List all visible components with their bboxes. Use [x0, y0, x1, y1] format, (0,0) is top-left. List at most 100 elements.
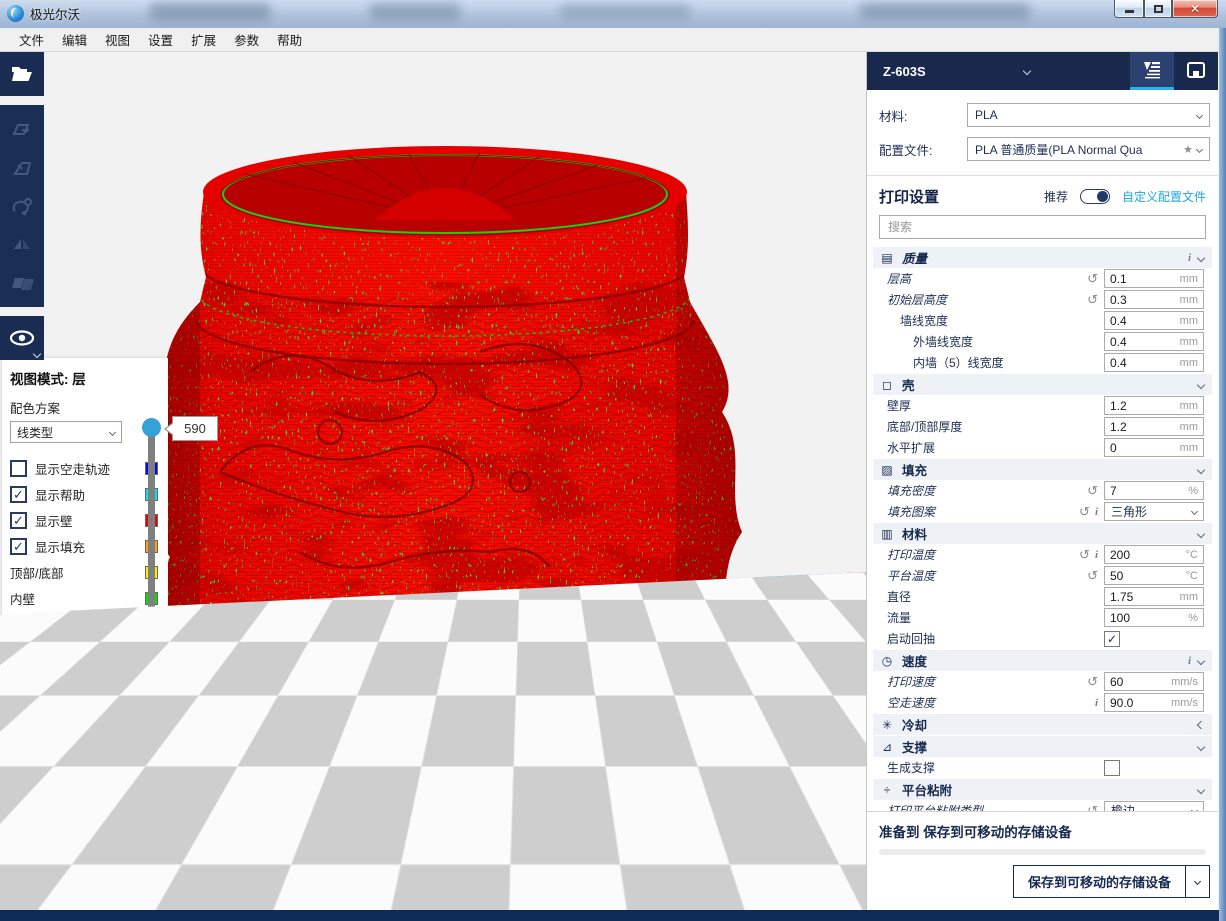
- layer-range-slider[interactable]: [144, 418, 158, 638]
- setting-label: 初始层高度: [887, 291, 1087, 308]
- section-header-support[interactable]: ⊿支撑: [873, 736, 1212, 757]
- section-header-infill[interactable]: ▨填充: [873, 459, 1212, 480]
- machine-name: Z-603S: [883, 64, 926, 79]
- minimize-button[interactable]: [1114, 0, 1144, 18]
- setting-row-infill-0: 填充密度↺ 7%: [873, 480, 1212, 501]
- open-file-button[interactable]: [0, 52, 44, 96]
- settings-search[interactable]: [879, 215, 1206, 239]
- revert-icon[interactable]: ↺: [1087, 272, 1098, 285]
- setting-input[interactable]: 0.4mm: [1104, 311, 1204, 330]
- recommended-custom-toggle[interactable]: [1080, 189, 1110, 204]
- menu-bar: 文件编辑视图设置扩展参数帮助: [0, 28, 1226, 52]
- menu-item-2[interactable]: 视图: [96, 27, 139, 52]
- revert-icon[interactable]: ↺: [1087, 484, 1098, 497]
- revert-icon[interactable]: ↺: [1079, 505, 1090, 518]
- section-header-speed[interactable]: ◷速度i: [873, 650, 1212, 671]
- profile-dropdown[interactable]: PLA 普通质量(PLA Normal Qua ★: [967, 137, 1210, 161]
- slider-track[interactable]: [148, 426, 155, 628]
- search-input[interactable]: [886, 219, 1199, 235]
- section-header-shell[interactable]: ◻壳: [873, 374, 1212, 395]
- save-options-chevron[interactable]: [1186, 865, 1210, 898]
- model-dimensions: 90.8 x 90.8 x 118.0 毫米: [630, 848, 858, 867]
- slider-handle-top[interactable]: [142, 418, 161, 437]
- info-icon: i: [1095, 697, 1098, 709]
- setting-input[interactable]: 0.4mm: [1104, 353, 1204, 372]
- section-header-material[interactable]: ▥材料: [873, 523, 1212, 544]
- menu-item-6[interactable]: 帮助: [268, 27, 311, 52]
- setting-label: 填充密度: [887, 482, 1087, 499]
- setting-unit: °C: [1186, 570, 1198, 582]
- color-scheme-dropdown[interactable]: 线类型: [10, 421, 122, 443]
- revert-icon[interactable]: ↺: [1087, 293, 1098, 306]
- scale-tool-button: [0, 149, 44, 187]
- custom-profile-link[interactable]: 自定义配置文件: [1122, 188, 1206, 205]
- legend-checkbox-0[interactable]: [10, 460, 27, 477]
- setting-input[interactable]: 60mm/s: [1104, 672, 1204, 691]
- setting-value: 1.75: [1110, 590, 1180, 604]
- setting-unit: mm: [1180, 315, 1198, 327]
- material-label: 材料:: [879, 106, 967, 125]
- revert-icon[interactable]: ↺: [1079, 548, 1090, 561]
- print-time-clock-icon: [630, 879, 645, 894]
- machine-config: 材料: PLA 配置文件: PLA 普通质量(PLA Normal Qua ★: [867, 90, 1218, 176]
- setting-row-quality-0: 层高↺0.1mm: [873, 268, 1212, 289]
- section-title-shell: 壳: [902, 375, 1191, 394]
- legend-checkbox-2[interactable]: ✓: [10, 512, 27, 529]
- machine-selector[interactable]: Z-603S: [867, 64, 1130, 79]
- section-header-cooling[interactable]: ✳冷却: [873, 714, 1212, 735]
- revert-icon[interactable]: ↺: [1087, 569, 1098, 582]
- revert-icon[interactable]: ↺: [1087, 675, 1098, 688]
- setting-checkbox[interactable]: [1104, 760, 1120, 776]
- legend-checkbox-1[interactable]: ✓: [10, 486, 27, 503]
- menu-item-5[interactable]: 参数: [225, 27, 268, 52]
- open-folder-icon: [10, 64, 34, 84]
- setting-row-material-1: 平台温度↺50°C: [873, 565, 1212, 586]
- setting-input[interactable]: 200°C: [1104, 545, 1204, 564]
- section-header-adhesion[interactable]: ÷平台粘附: [873, 779, 1212, 800]
- setting-row-quality-3: 外墙线宽度0.4mm: [873, 331, 1212, 352]
- legend-checkbox-3[interactable]: ✓: [10, 538, 27, 555]
- maximize-button[interactable]: [1144, 0, 1172, 18]
- section-header-quality[interactable]: ▤质量i: [873, 247, 1212, 268]
- setting-input[interactable]: 1.75mm: [1104, 587, 1204, 606]
- save-to-removable-button[interactable]: 保存到可移动的存储设备: [1013, 865, 1186, 898]
- section-title-material: 材料: [902, 524, 1191, 543]
- 3d-viewport[interactable]: 视图模式: 层 配色方案 线类型 显示空走轨迹✓显示帮助✓显示壁✓显示填充顶部/…: [0, 52, 866, 910]
- view-options-button[interactable]: [0, 316, 44, 360]
- setting-unit: mm/s: [1171, 697, 1198, 709]
- close-button[interactable]: ✕: [1172, 0, 1218, 18]
- setting-input[interactable]: 0.1mm: [1104, 269, 1204, 288]
- section-title-cooling: 冷却: [902, 715, 1191, 734]
- setting-input[interactable]: 0.3mm: [1104, 290, 1204, 309]
- setting-input[interactable]: 90.0mm/s: [1104, 693, 1204, 712]
- color-scheme-label: 配色方案: [10, 398, 160, 417]
- setting-input[interactable]: 0.4mm: [1104, 332, 1204, 351]
- setting-control: 三角形: [1104, 502, 1204, 521]
- setting-row-icons: ↺: [1087, 484, 1098, 497]
- legend-label-2: 显示壁: [35, 511, 145, 530]
- setting-value: 0: [1110, 441, 1180, 455]
- setting-control: 60mm/s: [1104, 672, 1204, 691]
- setting-value: 三角形: [1111, 503, 1192, 520]
- setting-input[interactable]: 7%: [1104, 481, 1204, 500]
- setting-input[interactable]: 0mm: [1104, 438, 1204, 457]
- setting-unit: °C: [1186, 549, 1198, 561]
- setting-input[interactable]: 1.2mm: [1104, 417, 1204, 436]
- menu-item-4[interactable]: 扩展: [182, 27, 225, 52]
- setting-row-icons: ↺i: [1079, 548, 1098, 561]
- setting-dropdown[interactable]: 三角形: [1104, 502, 1204, 521]
- tab-monitor[interactable]: [1174, 52, 1218, 90]
- menu-item-1[interactable]: 编辑: [53, 27, 96, 52]
- setting-input[interactable]: 50°C: [1104, 566, 1204, 585]
- setting-input[interactable]: 1.2mm: [1104, 396, 1204, 415]
- material-dropdown[interactable]: PLA: [967, 103, 1210, 127]
- menu-item-3[interactable]: 设置: [139, 27, 182, 52]
- infill-icon: ▨: [879, 463, 895, 477]
- tab-prepare[interactable]: [1130, 52, 1174, 90]
- material-value: PLA: [975, 108, 1193, 122]
- setting-checkbox[interactable]: ✓: [1104, 631, 1120, 647]
- rename-pencil-icon[interactable]: [842, 821, 858, 837]
- setting-input[interactable]: 100%: [1104, 608, 1204, 627]
- menu-item-0[interactable]: 文件: [10, 27, 53, 52]
- slider-handle-bottom[interactable]: [142, 619, 161, 638]
